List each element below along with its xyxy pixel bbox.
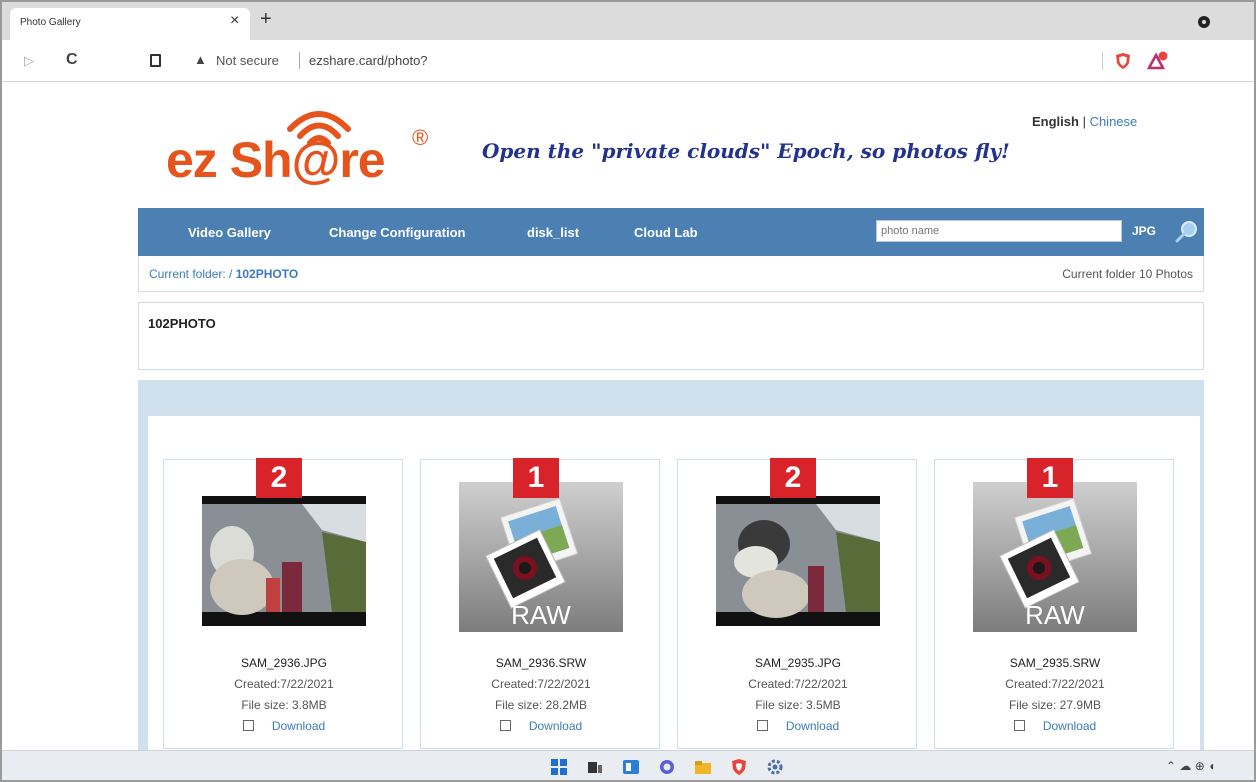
- nav-disk-list[interactable]: disk_list: [527, 225, 579, 240]
- photo-count: Current folder 10 Photos: [1062, 267, 1193, 281]
- tab-close-icon[interactable]: ×: [230, 12, 239, 30]
- photo-card: 2 SAM_2935.JPG Created:7/22/2021 File si…: [677, 458, 918, 749]
- photo-card: RAW 1 SAM_2936.SRW Created:7/22/2021 Fil…: [420, 458, 661, 749]
- browser-window: Photo Gallery × + ▷ C ▲ Not secure ezsha…: [0, 0, 1256, 782]
- file-size: File size: 27.9MB: [1008, 698, 1102, 712]
- file-size: File size: 3.5MB: [755, 698, 841, 712]
- file-name: SAM_2935.JPG: [754, 656, 842, 670]
- breadcrumb-bar: Current folder: / 102PHOTO Current folde…: [138, 256, 1204, 292]
- breadcrumb-folder-link[interactable]: 102PHOTO: [236, 267, 298, 281]
- raw-label: RAW: [511, 600, 571, 630]
- nav-change-configuration[interactable]: Change Configuration: [329, 225, 466, 240]
- chat-icon[interactable]: [658, 758, 676, 776]
- lang-english-link[interactable]: English: [1032, 114, 1079, 129]
- browser-tab[interactable]: Photo Gallery ×: [10, 8, 250, 40]
- search-type-label: JPG: [1132, 224, 1157, 238]
- brave-browser-icon[interactable]: [730, 758, 748, 776]
- url-divider: [299, 52, 300, 69]
- raw-thumbnail[interactable]: RAW: [459, 482, 623, 632]
- created-date: Created:7/22/2021: [491, 677, 591, 691]
- windows-taskbar: ⌃ ☁ ⊕ ◖: [2, 750, 1254, 780]
- download-link[interactable]: Download: [529, 719, 582, 733]
- folder-panel: 102PHOTO: [138, 302, 1204, 370]
- extensions-divider: [1102, 52, 1103, 70]
- tab-title: Photo Gallery: [20, 17, 81, 28]
- file-name: SAM_2936.SRW: [495, 656, 587, 670]
- file-name: SAM_2936.JPG: [240, 656, 328, 670]
- created-date: Created:7/22/2021: [234, 677, 334, 691]
- file-name: SAM_2935.SRW: [1009, 656, 1101, 670]
- registered-mark: ®: [412, 125, 429, 150]
- download-row: Download: [678, 719, 918, 733]
- start-icon[interactable]: [550, 758, 568, 776]
- address-bar[interactable]: ezshare.card/photo?: [309, 53, 428, 68]
- download-row: Download: [164, 719, 404, 733]
- settings-icon[interactable]: [766, 758, 784, 776]
- select-checkbox[interactable]: [499, 720, 511, 731]
- photo-thumbnail[interactable]: [202, 482, 366, 632]
- select-checkbox[interactable]: [1013, 720, 1025, 731]
- page-content: ez Sh@re ® Open the "private clouds" Epo…: [2, 83, 1254, 760]
- breadcrumb: Current folder: / 102PHOTO: [149, 267, 298, 281]
- search-icon[interactable]: [1174, 219, 1200, 245]
- photo-thumbnail[interactable]: [716, 482, 880, 632]
- download-link[interactable]: Download: [272, 719, 325, 733]
- file-size: File size: 3.8MB: [241, 698, 327, 712]
- created-date: Created:7/22/2021: [748, 677, 848, 691]
- bookmark-icon[interactable]: [150, 54, 161, 67]
- callout-badge: 1: [513, 458, 559, 498]
- file-size: File size: 28.2MB: [494, 698, 588, 712]
- main-navbar: Video Gallery Change Configuration disk_…: [138, 208, 1204, 256]
- warning-icon: ▲: [194, 52, 207, 67]
- download-row: Download: [935, 719, 1175, 733]
- download-row: Download: [421, 719, 661, 733]
- lang-separator: |: [1078, 114, 1090, 129]
- lang-chinese-link[interactable]: Chinese: [1090, 114, 1138, 129]
- file-explorer-icon[interactable]: [694, 758, 712, 776]
- ezshare-logo: ez Sh@re ®: [166, 105, 451, 195]
- select-checkbox[interactable]: [756, 720, 768, 731]
- tagline: Open the "private clouds" Epoch, so phot…: [482, 139, 1010, 163]
- browser-menu-icon[interactable]: [1198, 16, 1210, 28]
- photo-gallery: 2 SAM_2936.JPG Created:7/22/2021 File si…: [138, 380, 1204, 760]
- photo-search-input[interactable]: [876, 220, 1122, 242]
- select-checkbox[interactable]: [242, 720, 254, 731]
- widgets-icon[interactable]: [622, 758, 640, 776]
- folder-title: 102PHOTO: [148, 316, 216, 331]
- download-link[interactable]: Download: [786, 719, 839, 733]
- gallery-grid: 2 SAM_2936.JPG Created:7/22/2021 File si…: [148, 416, 1200, 760]
- system-tray[interactable]: ⌃ ☁ ⊕ ◖: [1166, 759, 1215, 773]
- back-icon[interactable]: ▷: [24, 53, 34, 69]
- reload-icon[interactable]: C: [66, 51, 78, 69]
- breadcrumb-prefix: Current folder: /: [149, 267, 236, 281]
- nav-video-gallery[interactable]: Video Gallery: [188, 225, 271, 240]
- brave-shield-icon[interactable]: [1115, 52, 1131, 70]
- rewards-icon[interactable]: [1147, 51, 1169, 71]
- download-link[interactable]: Download: [1043, 719, 1096, 733]
- nav-cloud-lab[interactable]: Cloud Lab: [634, 225, 698, 240]
- task-view-icon[interactable]: [586, 758, 604, 776]
- created-date: Created:7/22/2021: [1005, 677, 1105, 691]
- photo-card: RAW 1 SAM_2935.SRW Created:7/22/2021 Fil…: [934, 458, 1175, 749]
- callout-badge: 1: [1027, 458, 1073, 498]
- language-switcher: English | Chinese: [1032, 114, 1137, 129]
- security-label[interactable]: Not secure: [216, 53, 279, 68]
- new-tab-icon[interactable]: +: [260, 8, 272, 31]
- raw-label: RAW: [1025, 600, 1085, 630]
- browser-toolbar: ▷ C ▲ Not secure ezshare.card/photo?: [2, 40, 1254, 82]
- callout-badge: 2: [770, 458, 816, 498]
- logo-text: ez Sh@re: [166, 132, 386, 188]
- tab-strip: Photo Gallery × +: [2, 2, 1254, 40]
- raw-thumbnail[interactable]: RAW: [973, 482, 1137, 632]
- photo-card: 2 SAM_2936.JPG Created:7/22/2021 File si…: [163, 458, 404, 749]
- callout-badge: 2: [256, 458, 302, 498]
